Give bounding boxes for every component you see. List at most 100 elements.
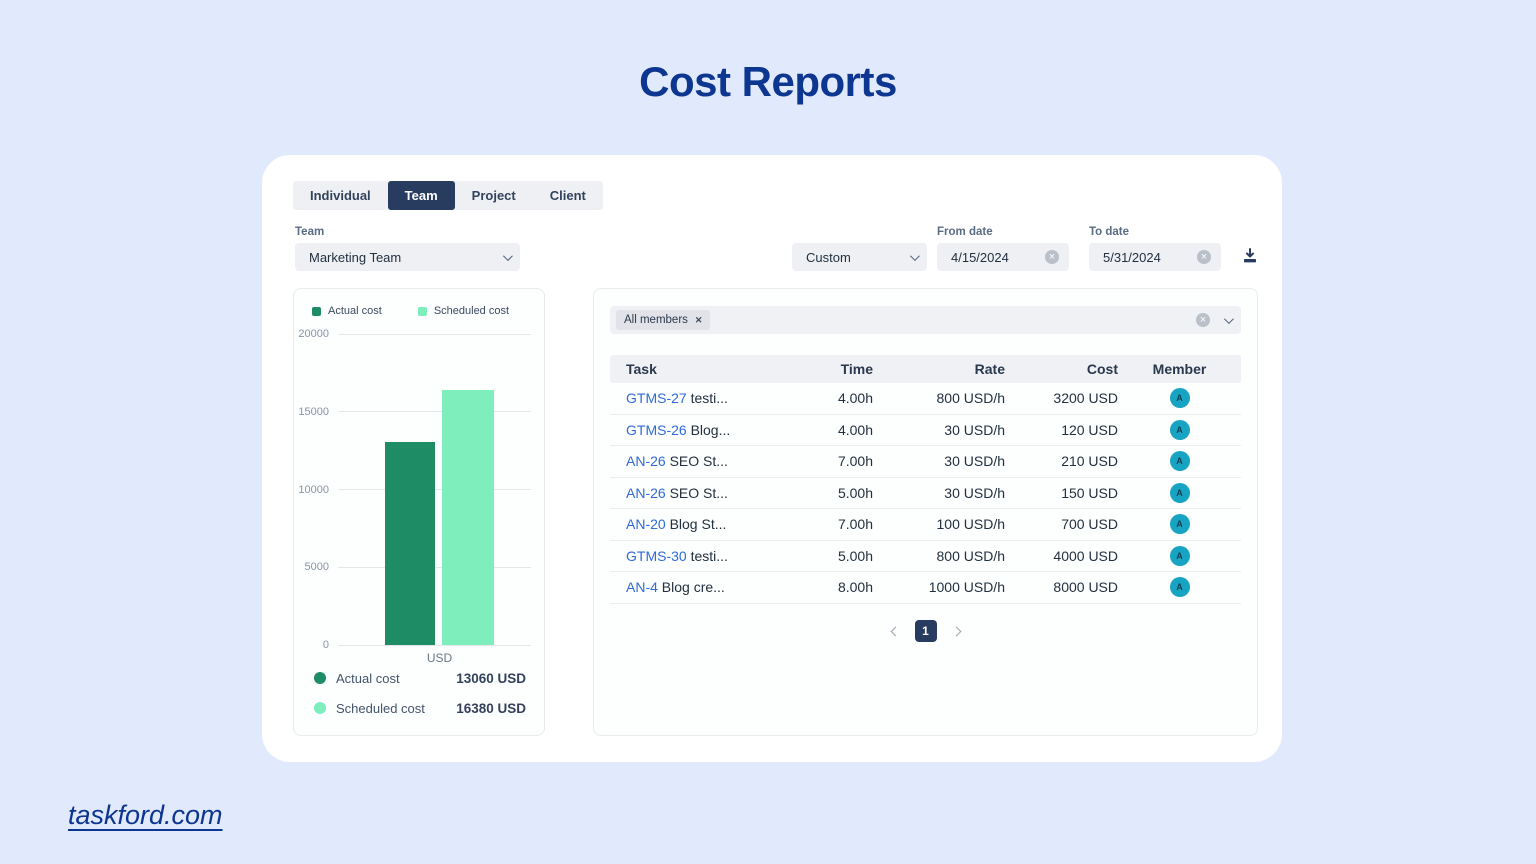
tab-project[interactable]: Project <box>455 181 533 210</box>
chevron-left-icon <box>890 626 900 636</box>
time-cell: 4.00h <box>776 422 873 438</box>
cost-cell: 4000 USD <box>1005 548 1118 564</box>
team-label: Team <box>295 226 324 238</box>
prev-page-button[interactable] <box>892 628 899 635</box>
table-header: TaskTimeRateCostMember <box>610 355 1241 383</box>
task-title: Blog... <box>687 422 731 438</box>
tab-individual[interactable]: Individual <box>293 181 388 210</box>
table-row: AN-20 Blog St...7.00h100 USD/h700 USDA <box>610 509 1241 541</box>
summary-label: Actual cost <box>336 671 456 686</box>
legend-item: Actual cost <box>312 305 382 317</box>
member-cell: A <box>1118 420 1241 440</box>
task-title: Blog cre... <box>658 579 725 595</box>
time-cell: 7.00h <box>776 453 873 469</box>
date-range-value: Custom <box>806 250 851 265</box>
task-link[interactable]: AN-4 <box>626 579 658 595</box>
next-page-button[interactable] <box>953 628 960 635</box>
download-button[interactable] <box>1234 241 1266 271</box>
legend-swatch <box>418 307 427 316</box>
tab-client[interactable]: Client <box>533 181 603 210</box>
member-avatar: A <box>1170 514 1190 534</box>
cost-reports-panel: IndividualTeamProjectClient Team Marketi… <box>262 155 1282 762</box>
team-select-value: Marketing Team <box>309 250 401 265</box>
cost-cell: 3200 USD <box>1005 390 1118 406</box>
cost-cell: 210 USD <box>1005 453 1118 469</box>
task-link[interactable]: AN-26 <box>626 485 666 501</box>
summary-row: Actual cost13060 USD <box>314 663 526 693</box>
footer-link[interactable]: taskford.com <box>68 800 223 831</box>
y-tick-label: 5000 <box>294 561 338 573</box>
bar-actual-cost <box>385 442 435 645</box>
rate-cell: 30 USD/h <box>873 485 1005 501</box>
cost-table-card: All members TaskTimeRateCostMember GTMS-… <box>593 288 1258 736</box>
task-link[interactable]: AN-20 <box>626 516 666 532</box>
current-page-button[interactable]: 1 <box>915 620 937 642</box>
y-tick-label: 15000 <box>294 406 338 418</box>
summary-row: Scheduled cost16380 USD <box>314 693 526 723</box>
pagination: 1 <box>594 620 1257 642</box>
y-tick: 15000 <box>294 405 531 419</box>
time-cell: 7.00h <box>776 516 873 532</box>
table-row: GTMS-30 testi...5.00h800 USD/h4000 USDA <box>610 541 1241 573</box>
member-avatar: A <box>1170 577 1190 597</box>
remove-chip-icon[interactable] <box>695 315 703 326</box>
chevron-down-icon <box>910 251 920 261</box>
summary-label: Scheduled cost <box>336 701 456 716</box>
rate-cell: 800 USD/h <box>873 390 1005 406</box>
column-header-rate: Rate <box>873 361 1005 377</box>
task-link[interactable]: AN-26 <box>626 453 666 469</box>
task-link[interactable]: GTMS-26 <box>626 422 687 438</box>
table-row: AN-26 SEO St...7.00h30 USD/h210 USDA <box>610 446 1241 478</box>
task-cell: GTMS-30 testi... <box>626 548 776 564</box>
time-cell: 5.00h <box>776 548 873 564</box>
members-chip[interactable]: All members <box>616 310 710 330</box>
member-cell: A <box>1118 483 1241 503</box>
time-cell: 4.00h <box>776 390 873 406</box>
from-date-input[interactable]: 4/15/2024 <box>937 243 1069 271</box>
chevron-right-icon <box>951 626 961 636</box>
y-tick-label: 10000 <box>294 484 338 496</box>
member-cell: A <box>1118 388 1241 408</box>
chart-card: Actual cost Scheduled cost 20000 15000 1000… <box>293 288 545 736</box>
column-header-member: Member <box>1118 361 1241 377</box>
summary-value: 16380 USD <box>456 701 526 716</box>
date-range-select[interactable]: Custom <box>792 243 927 271</box>
legend-swatch <box>312 307 321 316</box>
members-filter-bar[interactable]: All members <box>610 306 1241 334</box>
table-row: AN-26 SEO St...5.00h30 USD/h150 USDA <box>610 478 1241 510</box>
member-cell: A <box>1118 451 1241 471</box>
clear-to-date-icon[interactable] <box>1197 250 1211 264</box>
team-select[interactable]: Marketing Team <box>295 243 520 271</box>
clear-from-date-icon[interactable] <box>1045 250 1059 264</box>
cost-cell: 150 USD <box>1005 485 1118 501</box>
task-link[interactable]: GTMS-27 <box>626 390 687 406</box>
member-cell: A <box>1118 514 1241 534</box>
task-cell: AN-4 Blog cre... <box>626 579 776 595</box>
table-row: GTMS-27 testi...4.00h800 USD/h3200 USDA <box>610 383 1241 415</box>
clear-filter-icon[interactable] <box>1196 313 1210 327</box>
task-title: SEO St... <box>666 453 728 469</box>
summary-dot <box>314 672 326 684</box>
tab-team[interactable]: Team <box>388 181 455 210</box>
task-cell: GTMS-27 testi... <box>626 390 776 406</box>
y-tick-label: 20000 <box>294 328 338 340</box>
task-title: SEO St... <box>666 485 728 501</box>
rate-cell: 1000 USD/h <box>873 579 1005 595</box>
chart-legend: Actual cost Scheduled cost <box>312 305 509 317</box>
chevron-down-icon[interactable] <box>1224 314 1234 324</box>
member-cell: A <box>1118 577 1241 597</box>
legend-item: Scheduled cost <box>418 305 509 317</box>
task-cell: GTMS-26 Blog... <box>626 422 776 438</box>
download-icon <box>1242 248 1258 264</box>
y-tick: 20000 <box>294 327 531 341</box>
rate-cell: 30 USD/h <box>873 453 1005 469</box>
to-date-input[interactable]: 5/31/2024 <box>1089 243 1221 271</box>
task-cell: AN-20 Blog St... <box>626 516 776 532</box>
task-cell: AN-26 SEO St... <box>626 485 776 501</box>
task-title: testi... <box>687 548 728 564</box>
task-cell: AN-26 SEO St... <box>626 453 776 469</box>
page-title: Cost Reports <box>0 58 1536 106</box>
cost-cell: 120 USD <box>1005 422 1118 438</box>
chart-plot: 20000150001000050000 <box>294 334 546 645</box>
task-link[interactable]: GTMS-30 <box>626 548 687 564</box>
